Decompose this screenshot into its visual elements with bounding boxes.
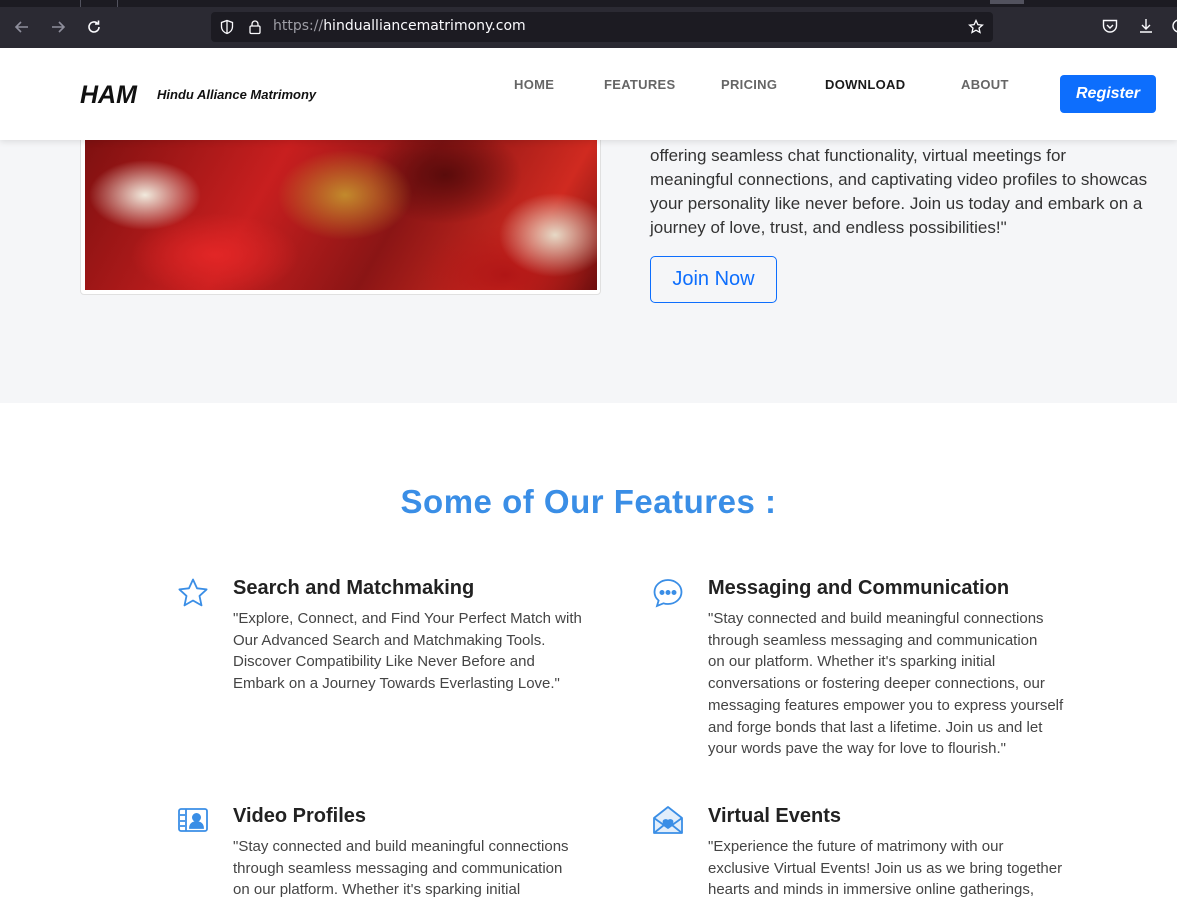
feature-description: "Experience the future of matrimony with… [708,836,1062,901]
feature-desc-line: "Experience the future of matrimony with… [708,838,1004,855]
hero-line: offering seamless chat functionality, vi… [650,146,1067,165]
lock-icon[interactable] [247,19,263,35]
feature-desc-line: and forge bonds that last a lifetime. Jo… [708,718,1043,736]
feature-desc-line: your words pave the way for love to flou… [708,740,1006,758]
nav-about[interactable]: ABOUT [961,77,1009,92]
reload-button[interactable] [83,16,105,38]
feature-desc-line: Our Advanced Search and Matchmaking Tool… [233,631,546,649]
nav-features[interactable]: FEATURES [604,77,676,92]
site-logo-subtitle[interactable]: Hindu Alliance Matrimony [157,87,316,102]
url-bar[interactable]: https://hindualliancematrimony.com [211,12,993,42]
feature-desc-line: through seamless messaging and communica… [233,859,563,877]
feature-title: Virtual Events [708,805,842,827]
back-button[interactable] [11,16,33,38]
feature-desc-line: "Stay connected and build meaningful con… [233,838,569,855]
tab[interactable] [80,0,118,7]
feature-desc-line: Discover Compatibility Like Never Before… [233,653,535,671]
feature-description: "Stay connected and build meaningful con… [708,608,1063,760]
reload-icon [88,20,100,33]
feature-desc-line: hearts and minds in immersive online gat… [708,881,1034,899]
feature-desc-line: "Explore, Connect, and Find Your Perfect… [233,610,582,627]
feature-title: Search and Matchmaking [233,577,475,599]
download-icon[interactable] [1137,17,1155,35]
hero-image-frame [80,140,601,295]
forward-button[interactable] [47,16,69,38]
hero-description: offering seamless chat functionality, vi… [650,144,1177,240]
register-button[interactable]: Register [1060,75,1156,113]
nav-pricing[interactable]: PRICING [721,77,777,92]
tab-strip [0,0,1177,7]
feature-desc-line: on our platform. Whether it's sparking i… [708,653,996,671]
feature-desc-line: exclusive Virtual Events! Join us as we … [708,859,1063,877]
feature-description: "Stay connected and build meaningful con… [233,836,569,901]
url-text[interactable]: https://hindualliancematrimony.com [273,18,526,34]
shield-icon[interactable] [219,19,235,35]
star-icon [178,578,208,607]
feature-title: Video Profiles [233,805,367,827]
video-profile-icon [178,808,208,832]
tab-indicator [990,0,1024,4]
hero-line: meaningful connections, and captivating … [650,170,1148,189]
feature-desc-line: through seamless messaging and communica… [708,631,1038,649]
feature-desc-line: messaging features empower you to expres… [708,696,1064,714]
nav-download[interactable]: DOWNLOAD [825,77,905,92]
browser-toolbar: https://hindualliancematrimony.com [0,0,1177,48]
hero-line: your personality like never before. Join… [650,194,1143,213]
overflow-icon[interactable] [1170,17,1177,35]
nav-home[interactable]: HOME [514,77,554,92]
feature-desc-line: conversations or fostering deeper connec… [708,675,1045,693]
feature-description: "Explore, Connect, and Find Your Perfect… [233,608,582,695]
feature-desc-line: on our platform. Whether it's sparking i… [233,881,521,899]
feature-title: Messaging and Communication [708,577,1010,599]
feature-desc-line: Embark on a Journey Towards Everlasting … [233,675,560,693]
pocket-icon[interactable] [1101,17,1119,35]
envelope-heart-icon [653,806,683,834]
hero-section: offering seamless chat functionality, vi… [0,140,1177,403]
join-now-button[interactable]: Join Now [650,256,777,303]
feature-desc-line: "Stay connected and build meaningful con… [708,610,1044,627]
site-logo[interactable]: HAM [80,81,137,110]
url-protocol: https:// [273,18,324,34]
features-heading: Some of Our Features : [400,483,777,520]
url-host: hindualliancematrimony.com [323,18,526,34]
chat-icon [653,579,683,608]
arrow-right-icon [52,21,66,33]
bookmark-star-icon[interactable] [968,19,984,35]
arrow-left-icon [14,21,28,33]
hero-line: journey of love, trust, and endless poss… [650,218,1007,237]
site-navbar: HAM Hindu Alliance Matrimony HOME FEATUR… [0,48,1177,140]
hero-wedding-image [85,140,597,290]
